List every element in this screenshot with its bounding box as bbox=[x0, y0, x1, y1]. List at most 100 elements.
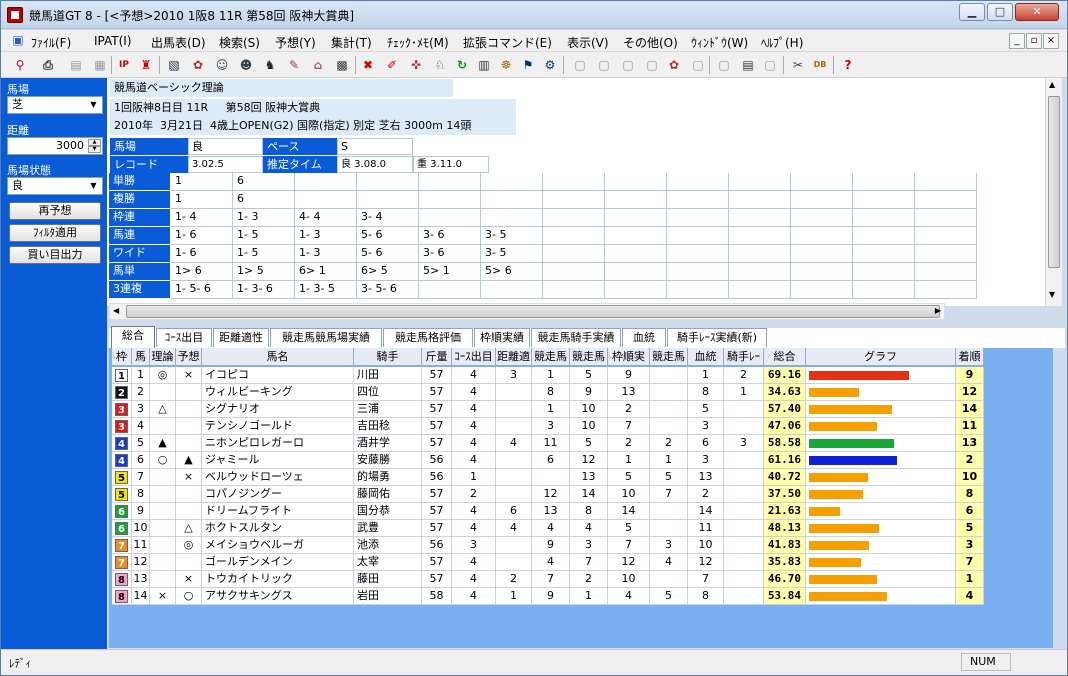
table-icon[interactable]: ▩ bbox=[333, 56, 351, 74]
filter-icon[interactable]: ⚑ bbox=[519, 56, 537, 74]
entries-icon[interactable]: ▧ bbox=[165, 56, 183, 74]
horse-name[interactable]: ドリームフライト bbox=[202, 503, 354, 520]
distance-stepper[interactable]: 3000 ▲ ▼ bbox=[7, 137, 103, 155]
column-header[interactable]: 理論 bbox=[150, 348, 176, 366]
horse-name[interactable]: ベルウッドローツェ bbox=[202, 469, 354, 486]
repredict-button[interactable]: 再予想 bbox=[9, 202, 101, 220]
tab-4[interactable]: 競走馬格評価 bbox=[383, 328, 473, 347]
column-header[interactable]: グラフ bbox=[806, 348, 956, 366]
tab-2[interactable]: 距離適性 bbox=[213, 328, 269, 347]
horse-search-icon[interactable]: ✿ bbox=[189, 56, 207, 74]
settings-icon[interactable]: ✂ bbox=[789, 56, 807, 74]
tab-6[interactable]: 競走馬騎手実績 bbox=[531, 328, 621, 347]
column-header[interactable]: 着順 bbox=[956, 348, 984, 366]
horse-name[interactable]: イコピコ bbox=[202, 367, 354, 384]
scroll-right-icon[interactable]: ▶ bbox=[935, 306, 941, 315]
tool-a-icon[interactable]: ▢ bbox=[571, 56, 589, 74]
menu-check-memo[interactable]: ﾁｪｯｸ･ﾒﾓ(M) bbox=[387, 34, 449, 51]
column-header[interactable]: 馬 bbox=[132, 348, 150, 366]
spin-up-icon[interactable]: ▲ bbox=[88, 139, 101, 146]
tab-7[interactable]: 血統 bbox=[622, 328, 666, 347]
column-header[interactable]: 予想 bbox=[176, 348, 202, 366]
horse-name[interactable]: アサクサキングス bbox=[202, 588, 354, 605]
column-header[interactable]: 競走馬 bbox=[650, 348, 688, 366]
scroll-down-icon[interactable]: ▼ bbox=[1049, 290, 1055, 299]
column-header[interactable]: 枠 bbox=[112, 348, 132, 366]
tab-0[interactable]: 総合 bbox=[111, 326, 155, 348]
horse-name[interactable]: ウィルビーキング bbox=[202, 384, 354, 401]
help-icon[interactable]: ? bbox=[839, 56, 857, 74]
connect-icon[interactable]: ⚲ bbox=[11, 56, 29, 74]
calc-icon[interactable]: ▥ bbox=[475, 56, 493, 74]
column-header[interactable]: 競走馬 bbox=[570, 348, 608, 366]
data-icon[interactable]: DB bbox=[811, 56, 829, 74]
menu-tally[interactable]: 集計(T) bbox=[331, 34, 372, 51]
spin-down-icon[interactable]: ▼ bbox=[88, 146, 101, 153]
top-vertical-scrollbar[interactable]: ▲ ▼ bbox=[1045, 78, 1062, 306]
column-header[interactable]: 馬名 bbox=[202, 348, 354, 366]
export-icon[interactable]: ▤ bbox=[67, 56, 85, 74]
horse-name[interactable]: ホクトスルタン bbox=[202, 520, 354, 537]
hscroll-thumb[interactable] bbox=[126, 305, 940, 318]
tool-c-icon[interactable]: ▢ bbox=[619, 56, 637, 74]
jockey-icon[interactable]: ☺ bbox=[213, 56, 231, 74]
scroll-up-icon[interactable]: ▲ bbox=[1049, 80, 1055, 89]
trainer-icon[interactable]: ☻ bbox=[237, 56, 255, 74]
analyze-icon[interactable]: ☸ bbox=[497, 56, 515, 74]
horse-name[interactable]: トウカイトリック bbox=[202, 571, 354, 588]
column-header[interactable]: 総合 bbox=[764, 348, 806, 366]
menu-other[interactable]: その他(O) bbox=[623, 34, 678, 51]
menu-entries[interactable]: 出馬表(D) bbox=[151, 34, 206, 51]
tab-8[interactable]: 騎手ﾚｰｽ実績(新) bbox=[667, 328, 767, 347]
pen-icon[interactable]: ✐ bbox=[383, 56, 401, 74]
menu-extended[interactable]: 拡張コマンド(E) bbox=[463, 34, 552, 51]
zoom-icon[interactable]: ⚙ bbox=[541, 56, 559, 74]
horse-name[interactable]: シグナリオ bbox=[202, 401, 354, 418]
menu-window[interactable]: ｳｨﾝﾄﾞｳ(W) bbox=[691, 34, 748, 51]
column-header[interactable]: 枠順実 bbox=[608, 348, 650, 366]
mdi-minimize-button[interactable]: _ bbox=[1009, 33, 1025, 49]
refresh-icon[interactable]: ↻ bbox=[453, 56, 471, 74]
menu-predict[interactable]: 予想(Y) bbox=[275, 34, 316, 51]
column-header[interactable]: ｺｰｽ出目 bbox=[452, 348, 496, 366]
tab-1[interactable]: ｺｰｽ出目 bbox=[156, 328, 212, 347]
horse-name[interactable]: コパノジングー bbox=[202, 486, 354, 503]
horse-memo-icon[interactable]: ✿ bbox=[665, 56, 683, 74]
column-header[interactable]: 騎手 bbox=[354, 348, 422, 366]
output-bets-button[interactable]: 買い目出力 bbox=[9, 246, 101, 264]
tool-b-icon[interactable]: ▢ bbox=[595, 56, 613, 74]
column-header[interactable]: 斤量 bbox=[422, 348, 452, 366]
car-icon[interactable]: ♞ bbox=[261, 56, 279, 74]
horse-name[interactable]: テンシノゴールド bbox=[202, 418, 354, 435]
track-select[interactable]: 芝 ▼ bbox=[7, 96, 103, 114]
ipat-icon[interactable]: IP bbox=[115, 56, 133, 74]
scroll-left-icon[interactable]: ◀ bbox=[113, 306, 119, 315]
tool-f-icon[interactable]: ▢ bbox=[715, 56, 733, 74]
menu-view[interactable]: 表示(V) bbox=[567, 34, 609, 51]
home-icon[interactable]: ⌂ bbox=[309, 56, 327, 74]
column-header[interactable]: 騎手ﾚｰ bbox=[724, 348, 764, 366]
close-button[interactable]: ✕ bbox=[1015, 3, 1059, 21]
list-icon[interactable]: ▤ bbox=[739, 56, 757, 74]
note-icon[interactable]: ✎ bbox=[285, 56, 303, 74]
horse-name[interactable]: ニホンピロレガーロ bbox=[202, 435, 354, 452]
print-icon[interactable]: ⎙ bbox=[39, 56, 57, 74]
minimize-button[interactable]: ▁ bbox=[959, 3, 985, 21]
app-icon[interactable] bbox=[7, 7, 23, 23]
mdi-close-button[interactable]: × bbox=[1043, 33, 1059, 49]
mdi-restore-button[interactable]: ▫ bbox=[1026, 33, 1042, 49]
horse-name[interactable]: ジャミール bbox=[202, 452, 354, 469]
stamp-icon[interactable]: ✜ bbox=[407, 56, 425, 74]
horse-icon[interactable]: ♘ bbox=[431, 56, 449, 74]
menu-file[interactable]: ﾌｧｲﾙ(F) bbox=[31, 34, 71, 51]
app-menu-icon[interactable]: ▣ bbox=[9, 31, 27, 49]
tool-d-icon[interactable]: ▢ bbox=[643, 56, 661, 74]
mark-icon[interactable]: ✖ bbox=[359, 56, 377, 74]
condition-select[interactable]: 良 ▼ bbox=[7, 177, 103, 195]
menu-help[interactable]: ﾍﾙﾌﾟ(H) bbox=[761, 34, 803, 51]
top-horizontal-scrollbar[interactable]: ◀ ▶ bbox=[109, 303, 945, 320]
horse-name[interactable]: メイショウベルーガ bbox=[202, 537, 354, 554]
maximize-button[interactable]: □ bbox=[987, 3, 1013, 21]
menu-search[interactable]: 検索(S) bbox=[219, 34, 260, 51]
column-header[interactable]: 血統 bbox=[688, 348, 724, 366]
